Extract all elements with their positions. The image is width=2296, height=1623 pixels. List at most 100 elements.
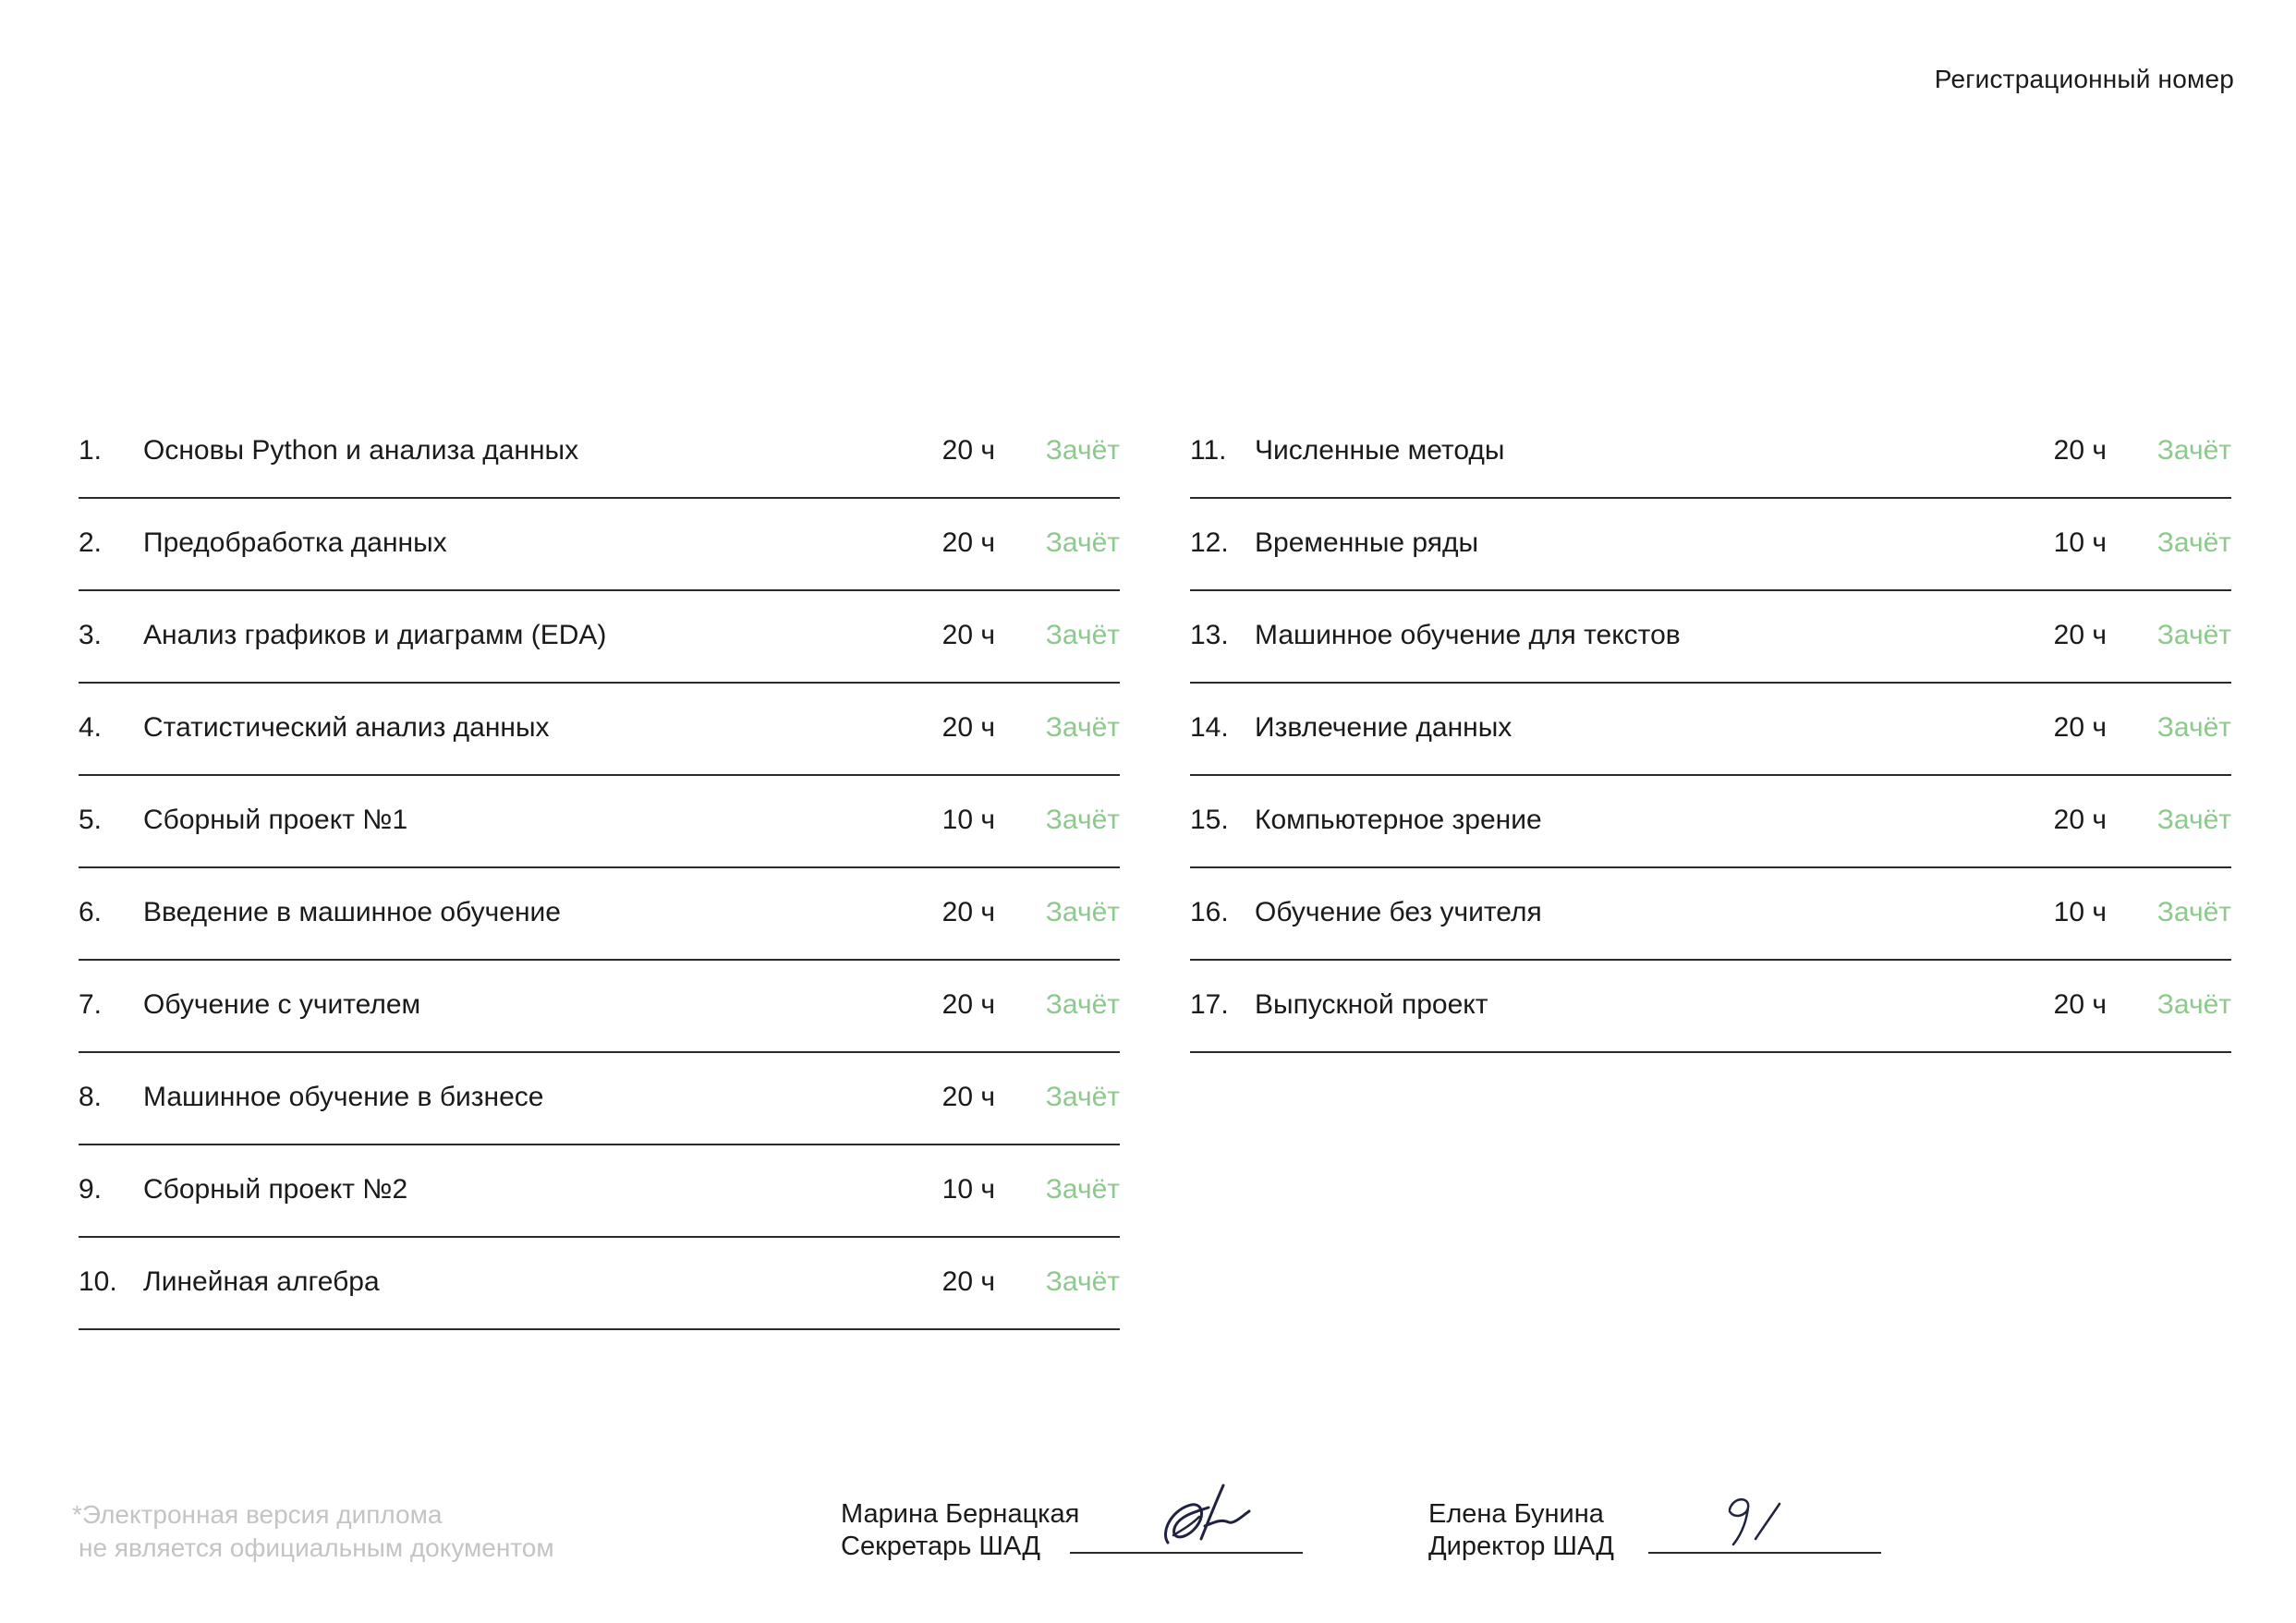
course-name: Сборный проект №1 [143,805,408,835]
course-number: 10. [79,1266,117,1297]
course-status: Зачёт [2156,527,2231,558]
course-number: 3. [79,620,103,650]
course-name: Основы Python и анализа данных [143,435,579,466]
course-row: 7. Обучение с учителем 20 ч Зачёт [79,961,1120,1053]
secretary-signature-block: Марина Бернацкая Секретарь ШАД [841,1498,1079,1563]
courses-column-right: 11. Численные методы 20 ч Зачёт 12. Врем… [1190,406,2231,1053]
course-number: 16. [1190,897,1229,927]
course-row: 4. Статистический анализ данных 20 ч Зач… [79,684,1120,776]
course-number: 5. [79,805,103,835]
course-name: Анализ графиков и диаграмм (EDA) [143,620,607,650]
course-number: 8. [79,1082,103,1112]
course-number: 11. [1190,435,1227,466]
course-hours: 20 ч [2053,712,2107,743]
disclaimer-line-1: *Электронная версия диплома [72,1500,443,1529]
course-status: Зачёт [1045,1082,1120,1112]
course-status: Зачёт [1045,1266,1120,1297]
course-name: Обучение с учителем [143,989,421,1020]
course-hours: 20 ч [941,712,995,743]
courses-column-left: 1. Основы Python и анализа данных 20 ч З… [79,406,1120,1330]
course-status: Зачёт [1045,805,1120,835]
course-status: Зачёт [1045,989,1120,1020]
course-number: 17. [1190,989,1229,1020]
course-name: Машинное обучение в бизнесе [143,1082,544,1112]
course-hours: 20 ч [2053,805,2107,835]
course-hours: 10 ч [2053,527,2107,558]
course-row: 10. Линейная алгебра 20 ч Зачёт [79,1238,1120,1330]
course-name: Введение в машинное обучение [143,897,561,927]
course-status: Зачёт [1045,712,1120,743]
course-number: 14. [1190,712,1229,743]
course-name: Компьютерное зрение [1255,805,1542,835]
course-hours: 10 ч [2053,897,2107,927]
course-hours: 20 ч [941,897,995,927]
secretary-signature-icon [1164,1484,1251,1544]
course-name: Сборный проект №2 [143,1174,408,1205]
course-hours: 20 ч [941,620,995,650]
course-row: 3. Анализ графиков и диаграмм (EDA) 20 ч… [79,591,1120,684]
course-status: Зачёт [2156,435,2231,466]
course-hours: 20 ч [941,1266,995,1297]
course-row: 9. Сборный проект №2 10 ч Зачёт [79,1145,1120,1238]
course-hours: 20 ч [2053,435,2107,466]
course-name: Выпускной проект [1255,989,1488,1020]
electronic-version-disclaimer: *Электронная версия диплома не является … [72,1498,554,1565]
course-number: 2. [79,527,103,558]
course-hours: 20 ч [2053,620,2107,650]
director-signature-block: Елена Бунина Директор ШАД [1428,1498,1614,1563]
director-name: Елена Бунина [1428,1499,1604,1529]
director-signature-icon [1728,1498,1781,1546]
course-status: Зачёт [1045,1174,1120,1205]
course-hours: 10 ч [941,1174,995,1205]
course-name: Извлечение данных [1255,712,1512,743]
secretary-title: Секретарь ШАД [841,1532,1040,1561]
course-number: 9. [79,1174,103,1205]
course-status: Зачёт [1045,527,1120,558]
course-name: Предобработка данных [143,527,447,558]
course-status: Зачёт [2156,712,2231,743]
course-row: 5. Сборный проект №1 10 ч Зачёт [79,776,1120,868]
course-row: 11. Численные методы 20 ч Зачёт [1190,406,2231,499]
course-row: 12. Временные ряды 10 ч Зачёт [1190,499,2231,591]
course-status: Зачёт [1045,435,1120,466]
course-status: Зачёт [2156,620,2231,650]
course-number: 15. [1190,805,1229,835]
course-name: Статистический анализ данных [143,712,550,743]
course-row: 13. Машинное обучение для текстов 20 ч З… [1190,591,2231,684]
course-status: Зачёт [2156,989,2231,1020]
course-row: 1. Основы Python и анализа данных 20 ч З… [79,406,1120,499]
course-hours: 20 ч [941,435,995,466]
director-title: Директор ШАД [1428,1532,1614,1561]
course-row: 15. Компьютерное зрение 20 ч Зачёт [1190,776,2231,868]
course-status: Зачёт [1045,897,1120,927]
course-status: Зачёт [1045,620,1120,650]
course-number: 6. [79,897,103,927]
course-hours: 20 ч [941,527,995,558]
course-row: 6. Введение в машинное обучение 20 ч Зач… [79,868,1120,961]
course-status: Зачёт [2156,805,2231,835]
secretary-name: Марина Бернацкая [841,1499,1080,1529]
course-status: Зачёт [2156,897,2231,927]
course-hours: 10 ч [941,805,995,835]
course-name: Обучение без учителя [1255,897,1542,927]
course-row: 2. Предобработка данных 20 ч Зачёт [79,499,1120,591]
course-row: 16. Обучение без учителя 10 ч Зачёт [1190,868,2231,961]
course-row: 17. Выпускной проект 20 ч Зачёт [1190,961,2231,1053]
course-number: 4. [79,712,103,743]
course-number: 1. [79,435,103,466]
course-row: 8. Машинное обучение в бизнесе 20 ч Зачё… [79,1053,1120,1145]
course-number: 12. [1190,527,1229,558]
course-name: Численные методы [1255,435,1505,466]
disclaimer-line-2: не является официальным документом [79,1533,554,1562]
registration-number-label: Регистрационный номер [1934,65,2234,93]
course-hours: 20 ч [941,989,995,1020]
course-name: Временные ряды [1255,527,1479,558]
director-signature-line [1648,1552,1881,1554]
course-hours: 20 ч [2053,989,2107,1020]
course-name: Машинное обучение для текстов [1255,620,1681,650]
course-number: 13. [1190,620,1229,650]
course-row: 14. Извлечение данных 20 ч Зачёт [1190,684,2231,776]
course-name: Линейная алгебра [143,1266,380,1297]
course-hours: 20 ч [941,1082,995,1112]
course-number: 7. [79,989,103,1020]
